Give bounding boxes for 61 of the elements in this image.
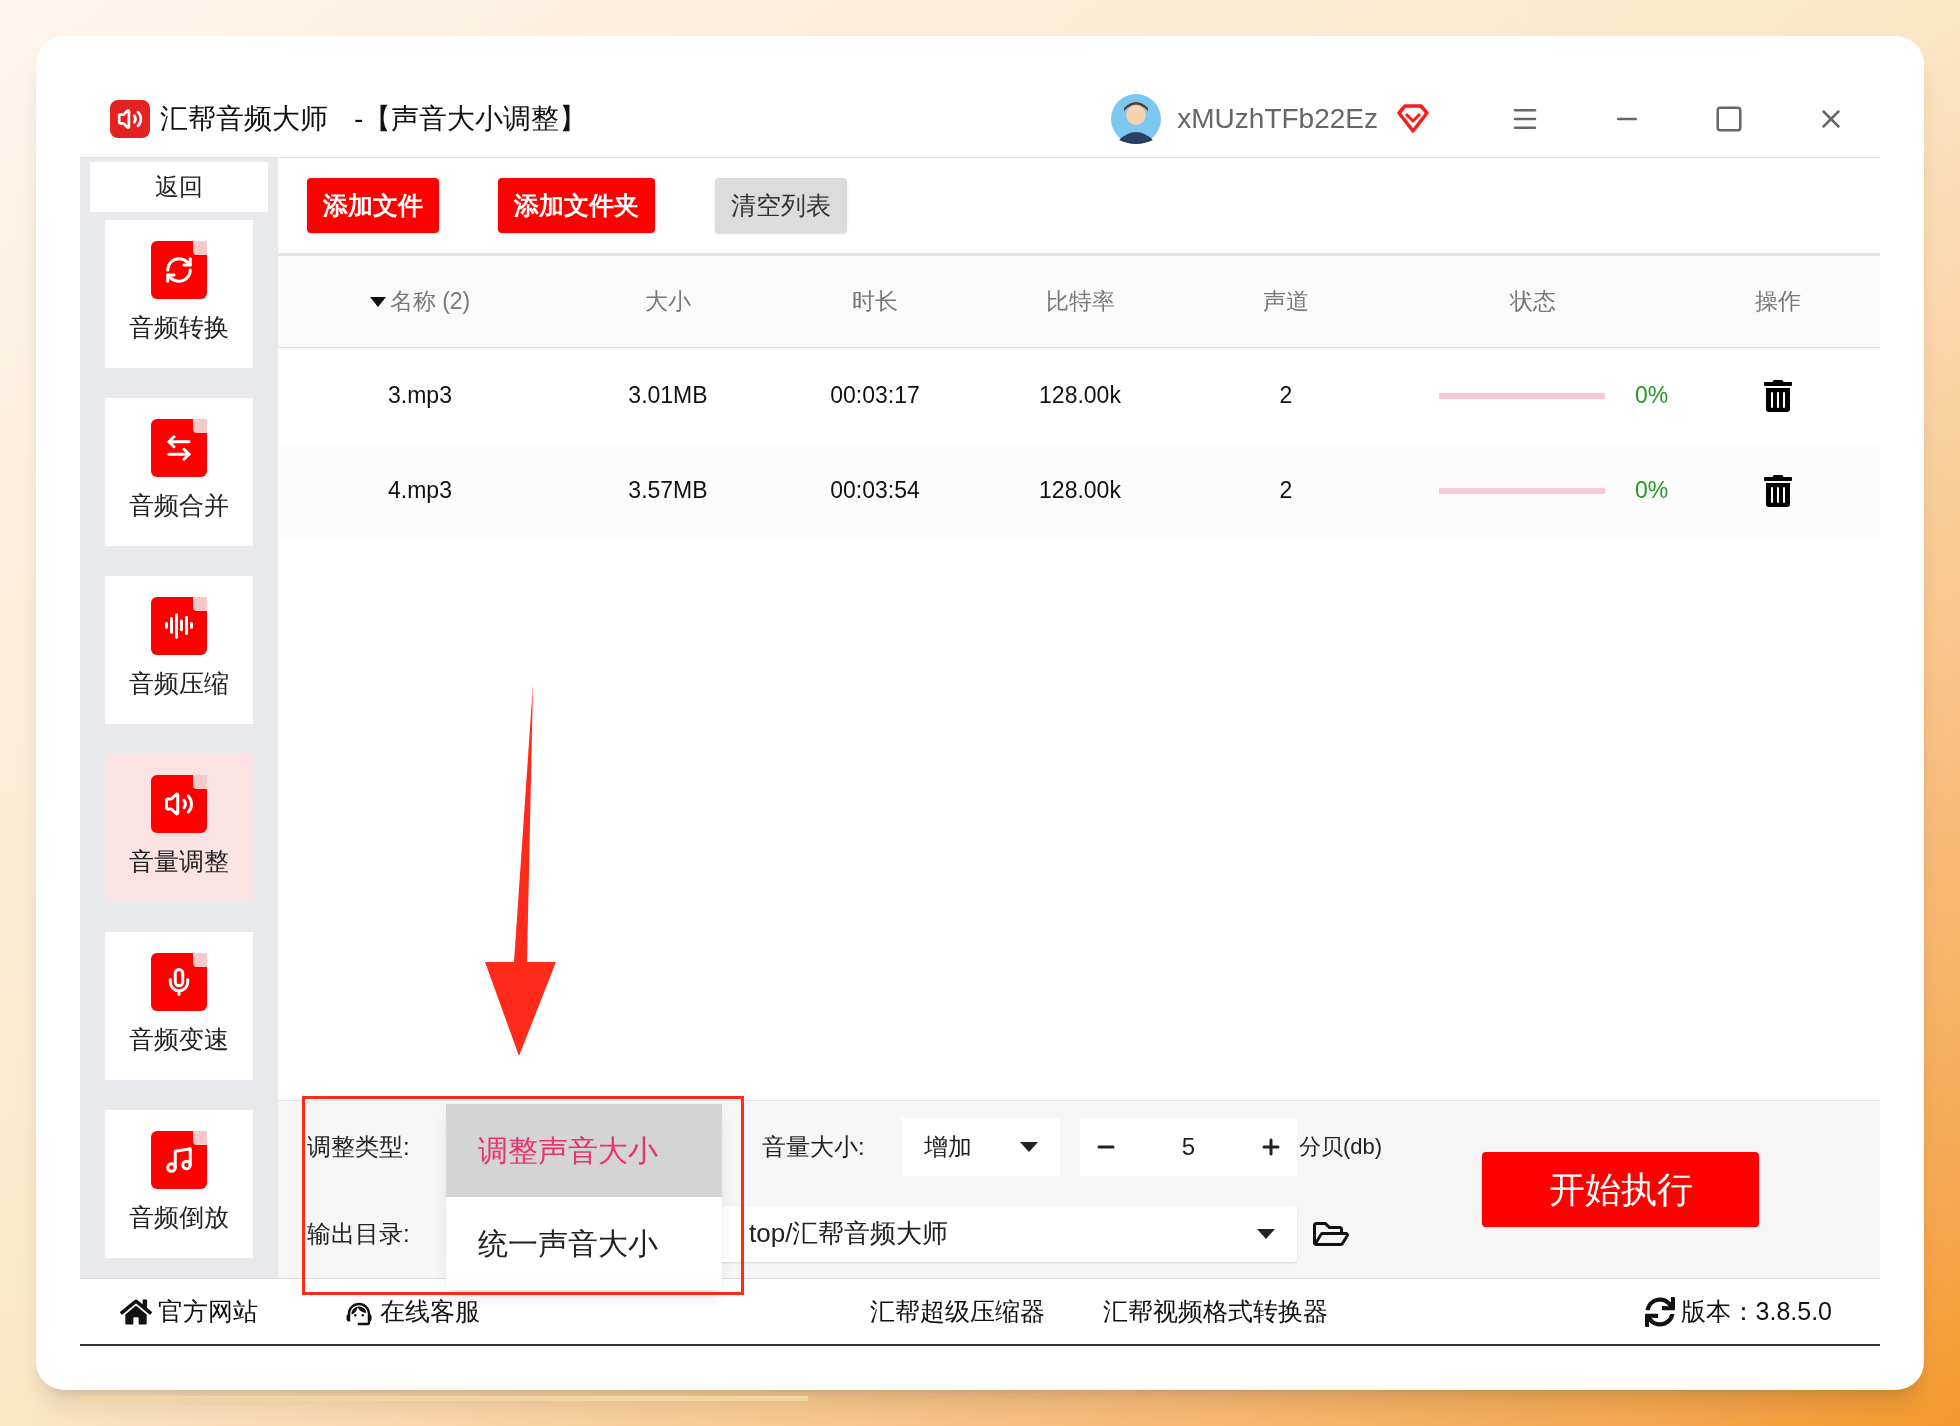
window-subtitle: -【声音大小调整】 (354, 101, 588, 136)
clear-list-button[interactable]: 清空列表 (715, 178, 847, 233)
delete-button[interactable] (1762, 379, 1794, 412)
add-button[interactable]: 添加文件 (307, 178, 439, 233)
table-cell-text: 2 (1278, 476, 1294, 506)
sidebar-item[interactable]: 音频压缩 (105, 576, 253, 724)
start-button[interactable]: 开始执行 (1482, 1152, 1760, 1227)
dropdown-caret-icon[interactable] (1257, 1228, 1275, 1239)
arrows-document-icon (151, 419, 207, 478)
column-header[interactable]: 状态 (1510, 284, 1556, 319)
refresh-document-icon (151, 241, 207, 300)
table-cell-text: 3.01MB (627, 381, 709, 411)
sidebar-item[interactable]: 音频合并 (105, 398, 253, 546)
sort-down-icon (369, 296, 386, 307)
support-link[interactable]: 在线客服 (344, 1292, 480, 1331)
product-link[interactable]: 汇帮超级压缩器 (870, 1292, 1045, 1331)
unit-label: 分贝(db) (1299, 1133, 1383, 1161)
table-cell-text: 3.mp3 (387, 381, 453, 411)
username: xMUzhTFb22Ez (1177, 101, 1378, 136)
product-link[interactable]: 汇帮视频格式转换器 (1103, 1292, 1328, 1331)
column-header[interactable]: 操作 (1755, 284, 1801, 319)
column-header[interactable]: 时长 (852, 284, 898, 319)
delete-button[interactable] (1762, 474, 1794, 507)
table-cell-text: 00:03:54 (829, 476, 921, 506)
microphone-document-icon (151, 953, 207, 1012)
table-cell-text: 4.mp3 (387, 476, 453, 506)
menu-option[interactable]: 统一声音大小 (446, 1197, 722, 1290)
sidebar-item[interactable]: 音频变速 (105, 932, 253, 1080)
refresh-icon[interactable] (1644, 1296, 1675, 1327)
volume-mode-select[interactable]: 增加 (902, 1117, 1060, 1176)
column-header[interactable]: 声道 (1263, 284, 1309, 319)
website-link[interactable]: 官方网站 (120, 1292, 258, 1331)
version-text: 版本：3.8.5.0 (1680, 1295, 1832, 1327)
table-cell-text: 00:03:17 (829, 381, 921, 411)
avatar-icon (1111, 93, 1162, 144)
soundwave-document-icon (151, 597, 207, 656)
volume-value: 5 (1181, 1131, 1196, 1162)
adjust-type-label: 调整类型: (307, 1131, 411, 1162)
diamond-icon (1396, 103, 1430, 134)
column-header[interactable]: 大小 (645, 284, 691, 319)
volume-label: 音量大小: (762, 1131, 866, 1162)
app-title: 汇帮音频大师 (160, 101, 328, 136)
add-button[interactable]: 添加文件夹 (498, 178, 655, 233)
app-logo-icon (110, 99, 150, 138)
column-header[interactable]: 名称 (2) (389, 284, 471, 319)
table-cell-text: 128.00k (1038, 381, 1122, 411)
speaker-document-icon (151, 775, 207, 834)
sidebar-item[interactable]: 音频转换 (105, 220, 253, 368)
volume-stepper[interactable]: 5 (1080, 1117, 1297, 1176)
back-button[interactable]: 返回 (90, 162, 268, 212)
column-header[interactable]: 比特率 (1045, 284, 1115, 319)
progress-text: 0% (1635, 476, 1669, 506)
music-note-document-icon (151, 1131, 207, 1190)
output-dir-label: 输出目录: (307, 1218, 411, 1249)
table-cell-text: 2 (1278, 381, 1294, 411)
sidebar-item[interactable]: 音量调整 (105, 754, 253, 902)
dropdown-caret-icon[interactable] (1020, 1141, 1038, 1152)
progress-text: 0% (1635, 381, 1669, 411)
table-cell-text: 128.00k (1038, 476, 1122, 506)
table-cell-text: 3.57MB (627, 476, 709, 506)
sidebar-item[interactable]: 音频倒放 (105, 1110, 253, 1258)
